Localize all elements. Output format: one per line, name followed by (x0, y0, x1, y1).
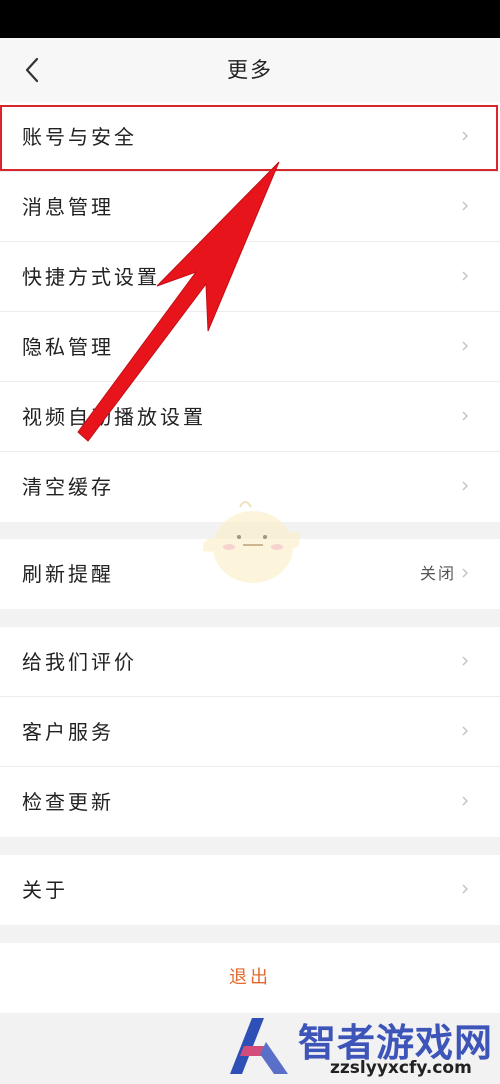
menu-item-label: 清空缓存 (22, 475, 114, 499)
menu-item-message-management[interactable]: 消息管理 (0, 172, 500, 242)
chevron-right-icon (462, 481, 468, 491)
chevron-right-icon (462, 884, 468, 894)
menu-item-refresh-reminder[interactable]: 刷新提醒 关闭 (0, 539, 500, 609)
menu-item-label: 消息管理 (22, 195, 114, 219)
chevron-right-icon (462, 726, 468, 736)
menu-item-customer-service[interactable]: 客户服务 (0, 697, 500, 767)
settings-group-refresh: 刷新提醒 关闭 (0, 539, 500, 609)
status-bar (0, 0, 500, 38)
menu-item-label: 关于 (22, 878, 68, 902)
menu-item-label: 刷新提醒 (22, 562, 114, 586)
menu-item-video-autoplay[interactable]: 视频自动播放设置 (0, 382, 500, 452)
menu-item-label: 快捷方式设置 (22, 265, 160, 289)
menu-item-rate-us[interactable]: 给我们评价 (0, 627, 500, 697)
page-title: 更多 (227, 58, 273, 82)
menu-item-check-update[interactable]: 检查更新 (0, 767, 500, 837)
menu-item-clear-cache[interactable]: 清空缓存 (0, 452, 500, 522)
brand-logo-icon (230, 1018, 288, 1074)
chevron-right-icon (462, 411, 468, 421)
menu-item-label: 隐私管理 (22, 335, 114, 359)
chevron-right-icon (462, 656, 468, 666)
site-watermark: 智者游戏网 zzslyyxcfy.com (218, 1010, 500, 1084)
menu-item-label: 视频自动播放设置 (22, 405, 206, 429)
menu-item-label: 账号与安全 (22, 125, 137, 149)
header: 更多 (0, 38, 500, 102)
watermark-brand: 智者游戏网 (298, 1021, 494, 1065)
menu-item-label: 给我们评价 (22, 650, 137, 674)
refresh-reminder-value: 关闭 (419, 564, 456, 583)
logout-button[interactable]: 退出 (0, 943, 500, 1013)
menu-item-privacy-management[interactable]: 隐私管理 (0, 312, 500, 382)
chevron-right-icon (462, 201, 468, 211)
menu-item-about[interactable]: 关于 (0, 855, 500, 925)
chevron-right-icon (462, 341, 468, 351)
chevron-right-icon (462, 271, 468, 281)
watermark-url: zzslyyxcfy.com (330, 1058, 472, 1078)
settings-group-support: 给我们评价 客户服务 检查更新 (0, 627, 500, 837)
chevron-right-icon (462, 796, 468, 806)
settings-group-main: 账号与安全 消息管理 快捷方式设置 隐私管理 视频自动播放设置 清空缓存 (0, 102, 500, 522)
menu-item-label: 检查更新 (22, 790, 114, 814)
menu-item-label: 客户服务 (22, 720, 114, 744)
menu-item-shortcut-settings[interactable]: 快捷方式设置 (0, 242, 500, 312)
chevron-right-icon (462, 568, 468, 578)
chevron-right-icon (462, 131, 468, 141)
menu-item-account-security[interactable]: 账号与安全 (0, 102, 500, 172)
settings-group-about: 关于 (0, 855, 500, 925)
